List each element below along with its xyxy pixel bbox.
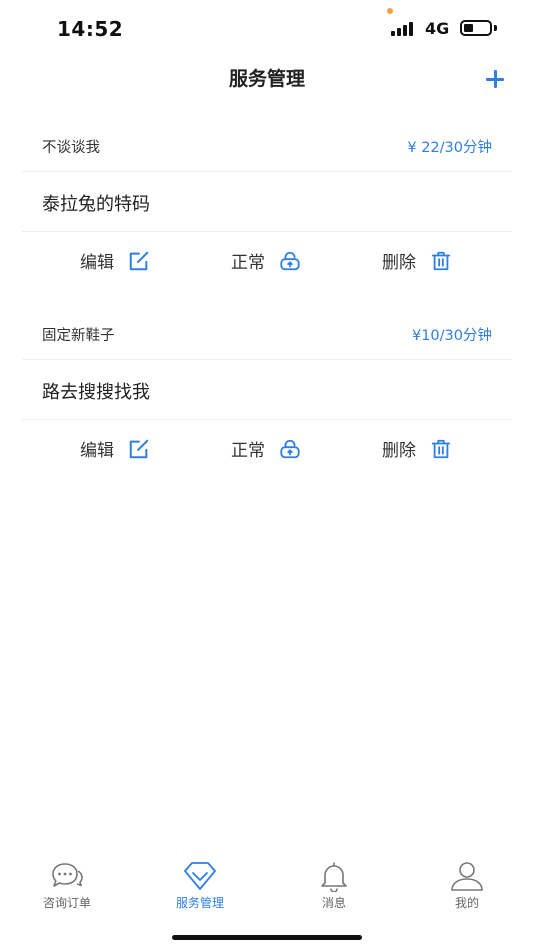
- signal-icon: [391, 22, 419, 36]
- status-label: 正常: [231, 441, 265, 461]
- tab-label: 我的: [454, 896, 479, 910]
- service-name: 固定新鞋子: [42, 328, 115, 344]
- tab-bar: 咨询订单 服务管理 消息 我的: [0, 850, 534, 920]
- service-price: ¥10/30分钟: [411, 328, 492, 344]
- status-toggle-button[interactable]: 正常: [231, 248, 301, 273]
- service-actions: 编辑 正常 删除: [22, 420, 512, 478]
- edit-icon: [129, 251, 149, 270]
- tab-label: 咨询订单: [42, 896, 91, 910]
- edit-button[interactable]: 编辑: [80, 248, 150, 273]
- battery-icon: [460, 20, 492, 36]
- status-toggle-button[interactable]: 正常: [231, 436, 301, 461]
- service-card-header: 不谈谈我 ¥ 22/30分钟: [22, 120, 512, 172]
- service-description-row: 路去搜搜找我: [22, 360, 512, 420]
- service-name: 不谈谈我: [42, 140, 100, 156]
- diamond-icon: [184, 862, 216, 890]
- service-description: 泰拉兔的特码: [42, 194, 150, 215]
- edit-label: 编辑: [80, 253, 114, 273]
- service-card: 固定新鞋子 ¥10/30分钟 路去搜搜找我 编辑 正常 删除: [22, 308, 512, 478]
- battery-tip: [494, 25, 497, 31]
- tab-service-management[interactable]: 服务管理: [150, 860, 250, 911]
- tab-label: 服务管理: [175, 896, 224, 910]
- service-description-row: 泰拉兔的特码: [22, 172, 512, 232]
- service-price: ¥ 22/30分钟: [407, 140, 492, 156]
- service-card: 不谈谈我 ¥ 22/30分钟 泰拉兔的特码 编辑 正常 删除: [22, 120, 512, 290]
- unlock-icon: [280, 251, 300, 270]
- bell-icon: [321, 862, 347, 892]
- status-bar: 14:52 4G: [0, 0, 534, 56]
- chat-bubble-icon: [52, 863, 83, 887]
- delete-button[interactable]: 删除: [382, 248, 452, 273]
- home-indicator: [172, 935, 362, 940]
- edit-button[interactable]: 编辑: [80, 436, 150, 461]
- add-service-button[interactable]: [480, 64, 510, 94]
- person-icon: [451, 862, 483, 891]
- service-description: 路去搜搜找我: [42, 382, 150, 403]
- privacy-indicator-dot: [387, 8, 393, 14]
- unlock-icon: [280, 439, 300, 458]
- tab-messages[interactable]: 消息: [284, 860, 384, 911]
- status-time: 14:52: [57, 17, 124, 41]
- edit-icon: [129, 439, 149, 458]
- page-title: 服务管理: [228, 68, 305, 90]
- trash-icon: [431, 251, 451, 270]
- edit-label: 编辑: [80, 441, 114, 461]
- tab-label: 消息: [321, 896, 346, 910]
- service-actions: 编辑 正常 删除: [22, 232, 512, 290]
- trash-icon: [431, 439, 451, 458]
- service-card-header: 固定新鞋子 ¥10/30分钟: [22, 308, 512, 360]
- network-type: 4G: [425, 19, 450, 38]
- delete-label: 删除: [382, 253, 416, 273]
- tab-orders[interactable]: 咨询订单: [17, 860, 117, 911]
- delete-button[interactable]: 删除: [382, 436, 452, 461]
- tab-profile[interactable]: 我的: [417, 860, 517, 911]
- delete-label: 删除: [382, 441, 416, 461]
- status-label: 正常: [231, 253, 265, 273]
